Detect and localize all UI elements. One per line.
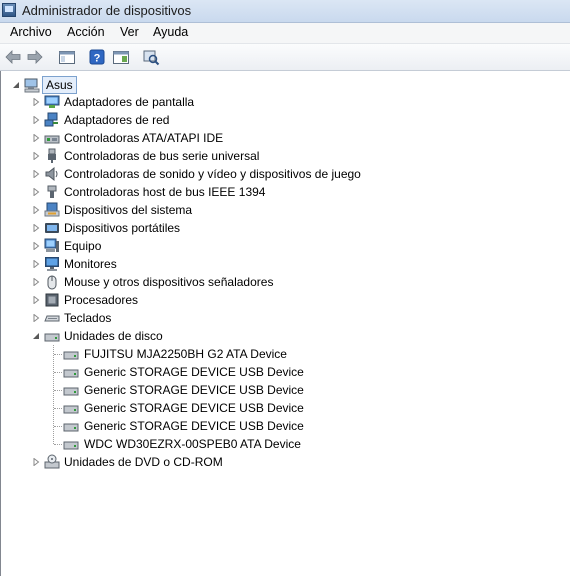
disk-device-item[interactable]: Generic STORAGE DEVICE USB Device xyxy=(1,363,561,381)
monitor-icon xyxy=(45,257,59,271)
tree-item-monitores[interactable]: Monitores xyxy=(1,255,561,273)
tree-item-label: Controladoras ATA/ATAPI IDE xyxy=(64,131,224,145)
tree-item-adaptadores-red[interactable]: Adaptadores de red xyxy=(1,111,561,129)
help-icon[interactable]: ? xyxy=(88,48,106,66)
disk-device-label: Generic STORAGE DEVICE USB Device xyxy=(84,419,304,433)
back-arrow-icon[interactable] xyxy=(4,48,22,66)
expanded-arrow-icon[interactable] xyxy=(32,332,40,340)
disk-device-label: FUJITSU MJA2250BH G2 ATA Device xyxy=(84,347,287,361)
tree-item-dvd[interactable]: Unidades de DVD o CD-ROM xyxy=(1,453,561,471)
disk-drive-icon xyxy=(63,423,79,432)
tree-root-label: Asus xyxy=(42,76,77,94)
console-tree-icon[interactable] xyxy=(58,48,76,66)
disk-drive-icon xyxy=(63,441,79,450)
dvd-drive-icon xyxy=(44,454,60,469)
disk-device-label: Generic STORAGE DEVICE USB Device xyxy=(84,383,304,397)
tree-item-sistema[interactable]: Dispositivos del sistema xyxy=(1,201,561,219)
disk-drive-icon xyxy=(63,351,79,360)
disk-drive-icon xyxy=(63,387,79,396)
tree-item-label: Controladoras de bus serie universal xyxy=(64,149,260,163)
disk-device-item[interactable]: Generic STORAGE DEVICE USB Device xyxy=(1,381,561,399)
firewire-icon xyxy=(47,185,57,198)
tree-item-label: Unidades de disco xyxy=(64,329,163,343)
toolbar: ? xyxy=(0,44,570,71)
tree-item-mouse[interactable]: Mouse y otros dispositivos señaladores xyxy=(1,273,561,291)
disk-device-label: WDC WD30EZRX-00SPEB0 ATA Device xyxy=(84,437,301,451)
disk-device-label: Generic STORAGE DEVICE USB Device xyxy=(84,365,304,379)
disk-device-item[interactable]: Generic STORAGE DEVICE USB Device xyxy=(1,399,561,417)
tree-item-label: Controladoras de sonido y vídeo y dispos… xyxy=(64,167,361,181)
tree-item-ata-ide[interactable]: Controladoras ATA/ATAPI IDE xyxy=(1,129,561,147)
ide-controller-icon xyxy=(44,135,60,144)
expanded-arrow-icon[interactable] xyxy=(12,81,20,89)
disk-device-item[interactable]: FUJITSU MJA2250BH G2 ATA Device xyxy=(1,345,561,363)
tree-item-label: Dispositivos del sistema xyxy=(64,203,193,217)
network-adapter-icon xyxy=(44,112,58,127)
tree-item-procesadores[interactable]: Procesadores xyxy=(1,291,561,309)
device-tree[interactable]: Asus Adaptadores de pantalla Adaptadores… xyxy=(0,71,570,576)
collapsed-arrow-icon[interactable] xyxy=(32,314,40,322)
computer-icon xyxy=(24,78,40,93)
tree-item-unidades-disco[interactable]: Unidades de disco xyxy=(1,327,561,345)
tree-item-equipo[interactable]: Equipo xyxy=(1,237,561,255)
computer-icon xyxy=(44,238,59,252)
tree-item-label: Unidades de DVD o CD-ROM xyxy=(64,455,223,469)
menu-ayuda[interactable]: Ayuda xyxy=(151,25,190,39)
tree-item-label: Monitores xyxy=(64,257,117,271)
tree-item-usb[interactable]: Controladoras de bus serie universal xyxy=(1,147,561,165)
collapsed-arrow-icon[interactable] xyxy=(32,260,40,268)
display-adapter-icon xyxy=(44,95,60,108)
portable-device-icon xyxy=(45,223,59,233)
device-manager-icon xyxy=(2,3,16,17)
collapsed-arrow-icon[interactable] xyxy=(32,278,40,286)
title-bar[interactable]: Administrador de dispositivos xyxy=(0,0,570,23)
tree-item-label: Procesadores xyxy=(64,293,139,307)
collapsed-arrow-icon[interactable] xyxy=(32,188,40,196)
disk-drive-icon xyxy=(63,369,79,378)
menu-bar: Archivo Acción Ver Ayuda xyxy=(0,23,570,44)
menu-accion[interactable]: Acción xyxy=(65,25,107,39)
tree-item-label: Adaptadores de pantalla xyxy=(64,95,195,109)
collapsed-arrow-icon[interactable] xyxy=(32,116,40,124)
tree-item-sonido[interactable]: Controladoras de sonido y vídeo y dispos… xyxy=(1,165,561,183)
disk-device-item[interactable]: Generic STORAGE DEVICE USB Device xyxy=(1,417,561,435)
usb-icon xyxy=(48,148,56,163)
collapsed-arrow-icon[interactable] xyxy=(32,296,40,304)
system-devices-icon xyxy=(44,202,60,217)
mouse-icon xyxy=(47,275,57,290)
tree-root[interactable]: Asus xyxy=(1,76,201,94)
collapsed-arrow-icon[interactable] xyxy=(32,458,40,466)
disk-drive-icon xyxy=(44,333,60,342)
disk-device-item[interactable]: WDC WD30EZRX-00SPEB0 ATA Device xyxy=(1,435,561,453)
collapsed-arrow-icon[interactable] xyxy=(32,134,40,142)
disk-device-label: Generic STORAGE DEVICE USB Device xyxy=(84,401,304,415)
tree-item-adaptadores-pantalla[interactable]: Adaptadores de pantalla xyxy=(1,93,561,111)
tree-item-label: Equipo xyxy=(64,239,102,253)
tree-item-label: Dispositivos portátiles xyxy=(64,221,181,235)
collapsed-arrow-icon[interactable] xyxy=(32,206,40,214)
collapsed-arrow-icon[interactable] xyxy=(32,98,40,106)
menu-archivo[interactable]: Archivo xyxy=(8,25,54,39)
collapsed-arrow-icon[interactable] xyxy=(32,242,40,250)
tree-item-label: Mouse y otros dispositivos señaladores xyxy=(64,275,274,289)
scan-hardware-icon[interactable] xyxy=(142,48,160,66)
collapsed-arrow-icon[interactable] xyxy=(32,170,40,178)
tree-item-teclados[interactable]: Teclados xyxy=(1,309,561,327)
menu-ver[interactable]: Ver xyxy=(118,25,141,39)
svg-text:?: ? xyxy=(94,53,101,65)
disk-drive-icon xyxy=(63,405,79,414)
tree-item-portatiles[interactable]: Dispositivos portátiles xyxy=(1,219,561,237)
action-pane-icon[interactable] xyxy=(112,48,130,66)
tree-item-label: Adaptadores de red xyxy=(64,113,170,127)
forward-arrow-icon[interactable] xyxy=(26,48,44,66)
tree-item-label: Teclados xyxy=(64,311,112,325)
tree-item-ieee1394[interactable]: Controladoras host de bus IEEE 1394 xyxy=(1,183,561,201)
tree-item-label: Controladoras host de bus IEEE 1394 xyxy=(64,185,266,199)
collapsed-arrow-icon[interactable] xyxy=(32,224,40,232)
keyboard-icon xyxy=(44,315,60,322)
collapsed-arrow-icon[interactable] xyxy=(32,152,40,160)
window-title: Administrador de dispositivos xyxy=(22,3,192,18)
speaker-icon xyxy=(45,166,58,182)
processor-icon xyxy=(45,293,59,307)
